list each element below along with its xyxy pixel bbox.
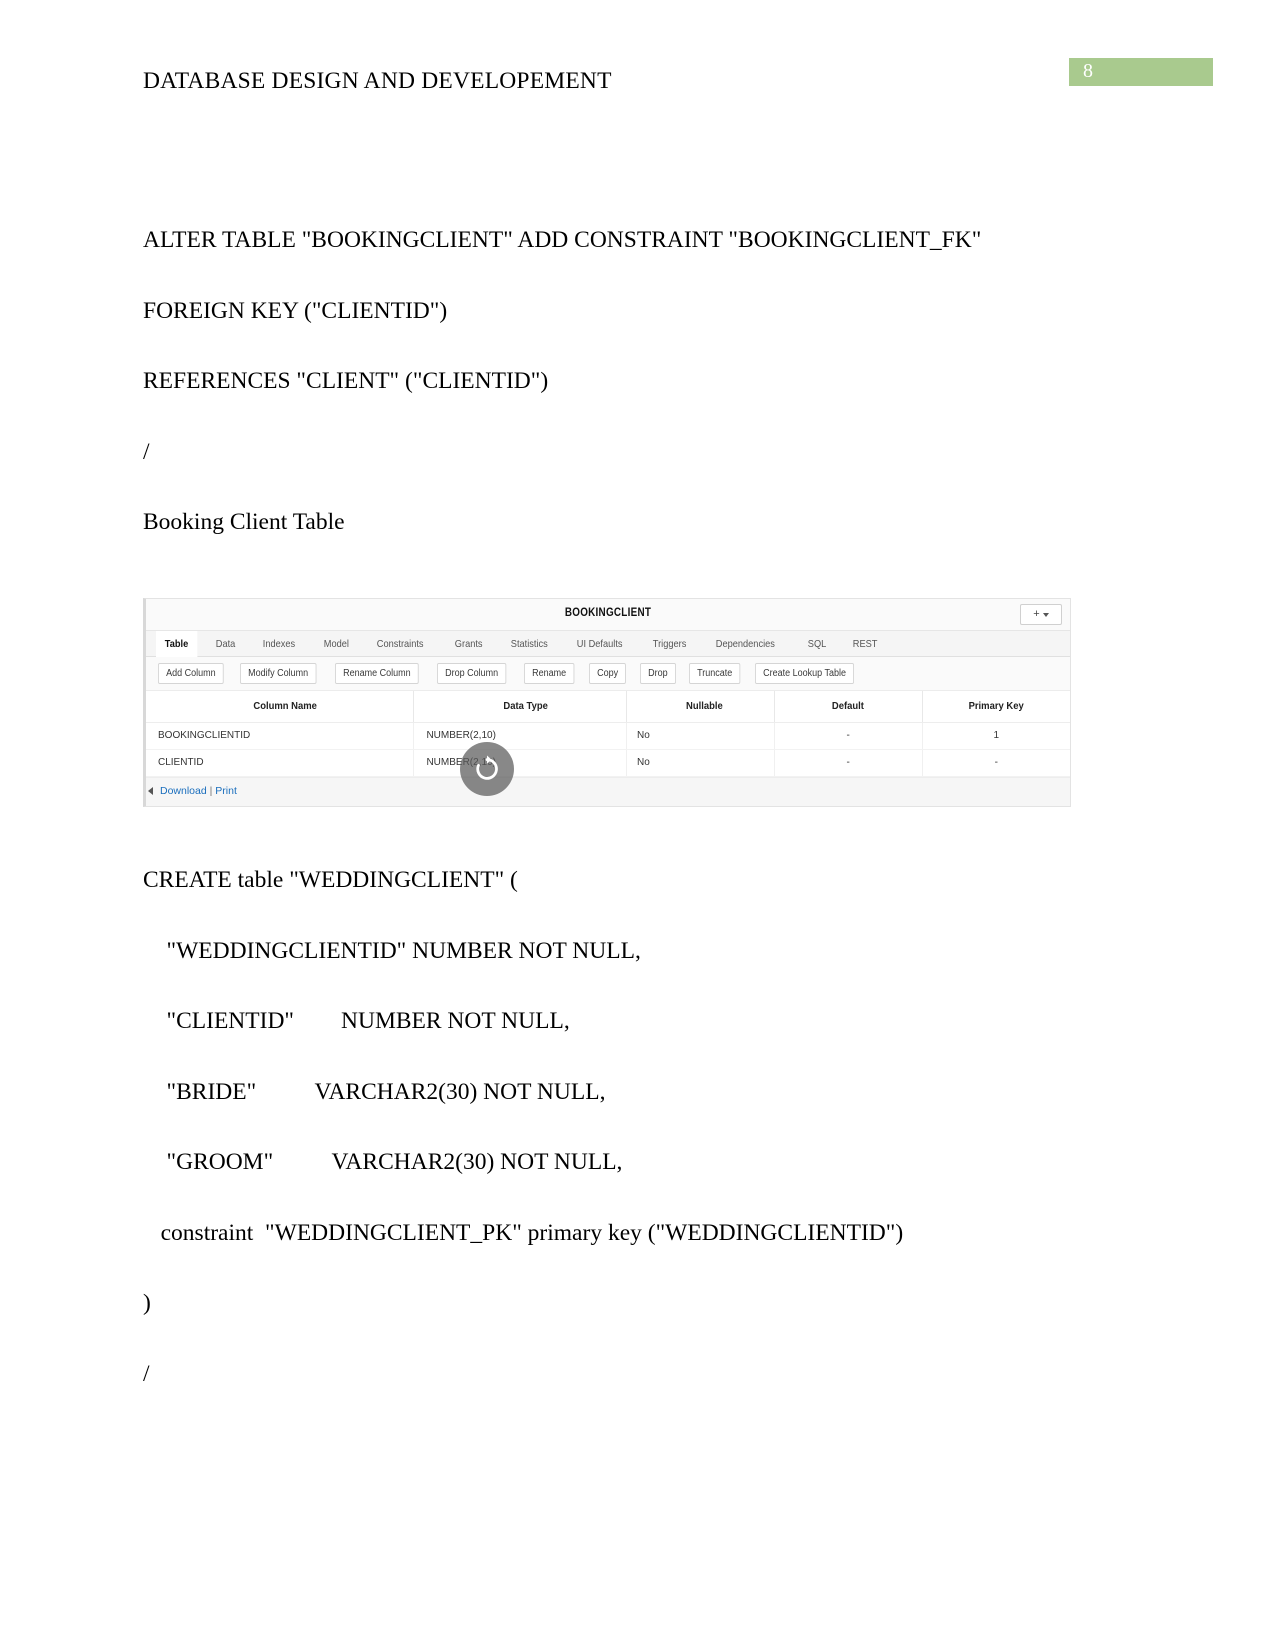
cell-column-name: CLIENTID (146, 749, 415, 777)
create-lookup-table-button[interactable]: Create Lookup Table (755, 663, 855, 684)
column-header-data-type[interactable]: Data Type (424, 691, 617, 723)
text-line: / (143, 1360, 150, 1387)
download-link[interactable]: Download (160, 785, 207, 797)
plus-icon: + (1033, 608, 1040, 620)
cell-primary-key: 1 (922, 722, 1070, 750)
tab-triggers[interactable]: Triggers (644, 631, 695, 657)
page-number-text: 8 (1083, 60, 1093, 82)
tab-indexes[interactable]: Indexes (254, 631, 304, 657)
drop-button[interactable]: Drop (639, 663, 676, 684)
apex-panel: BOOKINGCLIENT + Table Data Indexes Model… (143, 598, 1071, 807)
apex-tab-bar: Table Data Indexes Model Constraints Gra… (146, 631, 1070, 657)
add-column-button[interactable]: Add Column (158, 663, 224, 684)
cell-primary-key: - (922, 749, 1070, 777)
text-line: "GROOM" VARCHAR2(30) NOT NULL, (143, 1149, 623, 1175)
document-title: DATABASE DESIGN AND DEVELOPEMENT (143, 68, 612, 94)
text-line: CREATE table "WEDDINGCLIENT" ( (143, 867, 518, 893)
cell-data-type: NUMBER(2,10) (413, 749, 627, 777)
sql-text-block-bottom: CREATE table "WEDDINGCLIENT" ( "WEDDINGC… (143, 845, 1183, 1409)
text-line: / (143, 438, 150, 465)
modify-column-button[interactable]: Modify Column (240, 663, 317, 684)
cell-default: - (774, 722, 923, 750)
tab-model[interactable]: Model (315, 631, 358, 657)
text-line: Booking Client Table (143, 509, 345, 535)
apex-footer: Download | Print (146, 777, 1070, 806)
print-link[interactable]: Print (215, 785, 237, 797)
rename-column-button[interactable]: Rename Column (334, 663, 419, 684)
column-header-column-name[interactable]: Column Name (159, 691, 402, 723)
chevron-down-icon (1042, 612, 1049, 617)
tab-grants[interactable]: Grants (446, 631, 491, 657)
footer-links: Download | Print (160, 785, 237, 797)
copy-button[interactable]: Copy (588, 663, 627, 684)
text-line: "BRIDE" VARCHAR2(30) NOT NULL, (143, 1078, 606, 1105)
truncate-button[interactable]: Truncate (688, 663, 741, 684)
text-line: REFERENCES "CLIENT" ("CLIENTID") (143, 368, 549, 394)
tab-constraints[interactable]: Constraints (368, 631, 432, 657)
table-row[interactable]: CLIENTID NUMBER(2,10) No - - (146, 749, 1070, 777)
table-header-row: Column Name Data Type Nullable Default P… (146, 691, 1070, 723)
column-header-default[interactable]: Default (781, 691, 916, 723)
tab-rest[interactable]: REST (844, 631, 886, 657)
text-line: constraint "WEDDINGCLIENT_PK" primary ke… (143, 1219, 904, 1246)
apex-table-title: BOOKINGCLIENT (564, 607, 652, 619)
text-line: FOREIGN KEY ("CLIENTID") (143, 297, 448, 324)
tab-sql[interactable]: SQL (799, 631, 835, 657)
sql-text-block-top: ALTER TABLE "BOOKINGCLIENT" ADD CONSTRAI… (143, 205, 1143, 558)
cell-default: - (774, 749, 923, 777)
text-line: ALTER TABLE "BOOKINGCLIENT" ADD CONSTRAI… (143, 227, 982, 253)
add-menu-button[interactable]: + (1020, 604, 1062, 625)
link-separator: | (209, 785, 213, 797)
cell-nullable: No (626, 722, 775, 750)
rename-button[interactable]: Rename (523, 663, 574, 684)
refresh-spinner-icon (460, 742, 514, 796)
text-line: ) (143, 1290, 151, 1316)
cell-data-type: NUMBER(2,10) (413, 722, 627, 750)
cell-nullable: No (626, 749, 775, 777)
apex-title-bar: BOOKINGCLIENT + (146, 599, 1070, 631)
columns-grid: Column Name Data Type Nullable Default P… (146, 691, 1070, 777)
tab-dependencies[interactable]: Dependencies (707, 631, 784, 657)
apex-action-toolbar: Add Column Modify Column Rename Column D… (146, 657, 1070, 691)
table-row[interactable]: BOOKINGCLIENTID NUMBER(2,10) No - 1 (146, 722, 1070, 750)
tab-ui-defaults[interactable]: UI Defaults (568, 631, 631, 657)
page-header: DATABASE DESIGN AND DEVELOPEMENT 8 (0, 58, 1275, 98)
text-line: "CLIENTID" NUMBER NOT NULL, (143, 1008, 570, 1034)
tab-data[interactable]: Data (207, 631, 244, 657)
column-header-nullable[interactable]: Nullable (633, 691, 768, 723)
drop-column-button[interactable]: Drop Column (437, 663, 507, 684)
embedded-apex-screenshot: BOOKINGCLIENT + Table Data Indexes Model… (143, 572, 1071, 807)
page-number-badge: 8 (1069, 58, 1213, 86)
cell-column-name: BOOKINGCLIENTID (146, 722, 415, 750)
tab-table[interactable]: Table (156, 631, 198, 657)
column-header-primary-key[interactable]: Primary Key (929, 691, 1063, 723)
collapse-arrow-icon[interactable] (148, 787, 153, 795)
text-line: "WEDDINGCLIENTID" NUMBER NOT NULL, (143, 937, 641, 964)
tab-statistics[interactable]: Statistics (502, 631, 557, 657)
